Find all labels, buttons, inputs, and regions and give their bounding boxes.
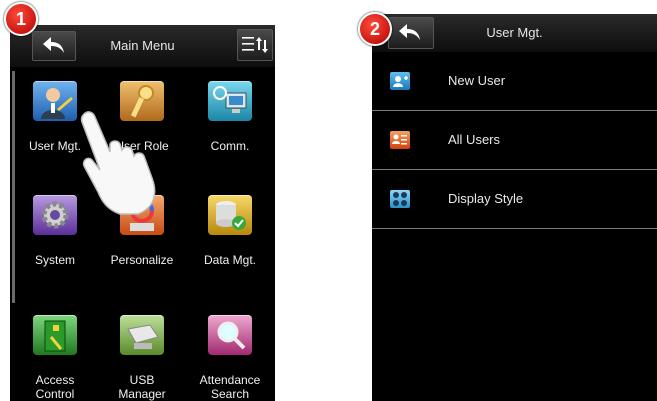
menu-item-label: Attendance Search [199,373,261,401]
menu-item-comm[interactable]: Comm. [185,81,275,153]
list-item-new-user[interactable]: New User [372,52,657,111]
step-badge-1: 1 [4,2,38,36]
user-list-icon [390,131,410,149]
menu-item-attendance-search[interactable]: Attendance Search [185,315,275,401]
display-style-icon [390,190,410,208]
back-button[interactable] [32,31,76,61]
menu-item-access-control[interactable]: Access Control [10,315,100,401]
network-icon [208,81,252,121]
menu-item-label: USB Manager [118,373,166,401]
menu-item-label: Access Control [35,373,75,401]
menu-item-label: Comm. [210,139,250,153]
menu-item-data-mgt[interactable]: Data Mgt. [185,195,275,267]
menu-item-label: Personalize [110,253,174,267]
usb-drive-icon [120,315,164,355]
back-button[interactable] [388,17,434,49]
door-icon [33,315,77,355]
menu-sort-button[interactable] [237,29,273,61]
add-user-icon [390,72,410,90]
list-item-label: New User [448,73,506,88]
list-item-display-style[interactable]: Display Style [372,170,657,229]
gear-icon [33,195,77,235]
menu-item-label: Data Mgt. [203,253,257,267]
main-menu-title: Main Menu [110,38,175,53]
user-mgt-title: User Mgt. [486,25,543,40]
menu-item-usb-manager[interactable]: USB Manager [97,315,187,401]
pointing-hand-icon [80,111,156,215]
magnifier-icon [208,315,252,355]
back-arrow-icon [399,24,420,40]
list-item-label: Display Style [448,191,524,206]
main-menu-screen: Main Menu User Mgt. User Role Comm. Syst… [10,25,275,401]
list-item-label: All Users [448,132,501,147]
database-icon [208,195,252,235]
step-badge-2: 2 [358,12,392,46]
back-arrow-icon [43,37,64,53]
list-item-all-users[interactable]: All Users [372,111,657,170]
list-sort-icon [242,37,268,53]
user-mgt-icon [33,81,77,121]
user-mgt-screen: User Mgt. New User All Users Display Sty… [372,14,657,401]
menu-item-label: System [34,253,75,267]
